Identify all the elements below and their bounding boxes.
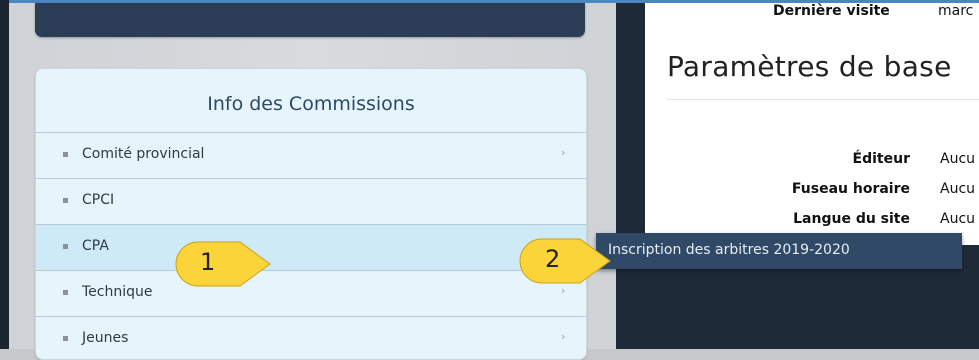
submenu-item-inscription[interactable]: Inscription des arbitres 2019-2020: [608, 242, 850, 258]
site-language-label: Langue du site: [793, 211, 910, 227]
square-bullet-icon: [63, 290, 68, 295]
callout-number: 1: [200, 248, 216, 276]
menu-item-label: CPCI: [82, 192, 115, 208]
panel-title: Info des Commissions: [207, 93, 415, 115]
square-bullet-icon: [63, 336, 68, 341]
last-visit-value: marc: [938, 3, 974, 19]
chevron-right-icon: ›: [561, 146, 566, 159]
commissions-panel: Info des Commissions Comité provincial ›…: [35, 68, 587, 360]
callout-arrow-icon: [519, 238, 611, 284]
editor-label: Éditeur: [852, 151, 910, 167]
square-bullet-icon: [63, 198, 68, 203]
square-bullet-icon: [63, 152, 68, 157]
top-block: [35, 3, 585, 37]
callout-number: 2: [545, 245, 561, 273]
callout-2: 2: [516, 233, 616, 289]
menu-item-jeunes[interactable]: Jeunes ›: [36, 316, 586, 359]
square-bullet-icon: [63, 244, 68, 249]
window-left-edge: [0, 0, 9, 349]
chevron-right-icon: ›: [561, 330, 566, 343]
site-language-value: Aucu: [940, 211, 976, 227]
menu-item-cpa[interactable]: CPA: [36, 224, 586, 270]
timezone-label: Fuseau horaire: [791, 181, 910, 197]
menu-item-technique[interactable]: Technique ›: [36, 270, 586, 316]
section-divider: [667, 99, 979, 100]
menu-item-label: Technique: [82, 284, 153, 300]
callout-1: 1: [170, 236, 280, 292]
submenu-flyout: Inscription des arbitres 2019-2020: [596, 233, 962, 269]
profile-card: [645, 3, 979, 245]
menu-item-label: Comité provincial: [82, 146, 205, 162]
last-visit-label: Dernière visite: [773, 3, 890, 19]
menu-item-cpci[interactable]: CPCI: [36, 178, 586, 224]
menu-item-label: Jeunes: [82, 330, 129, 346]
menu-item-label: CPA: [82, 238, 109, 254]
timezone-value: Aucu: [940, 181, 976, 197]
menu-item-comite-provincial[interactable]: Comité provincial ›: [36, 132, 586, 178]
editor-value: Aucu: [940, 151, 976, 167]
section-title: Paramètres de base: [667, 50, 952, 83]
callout-arrow-icon: [175, 241, 271, 287]
